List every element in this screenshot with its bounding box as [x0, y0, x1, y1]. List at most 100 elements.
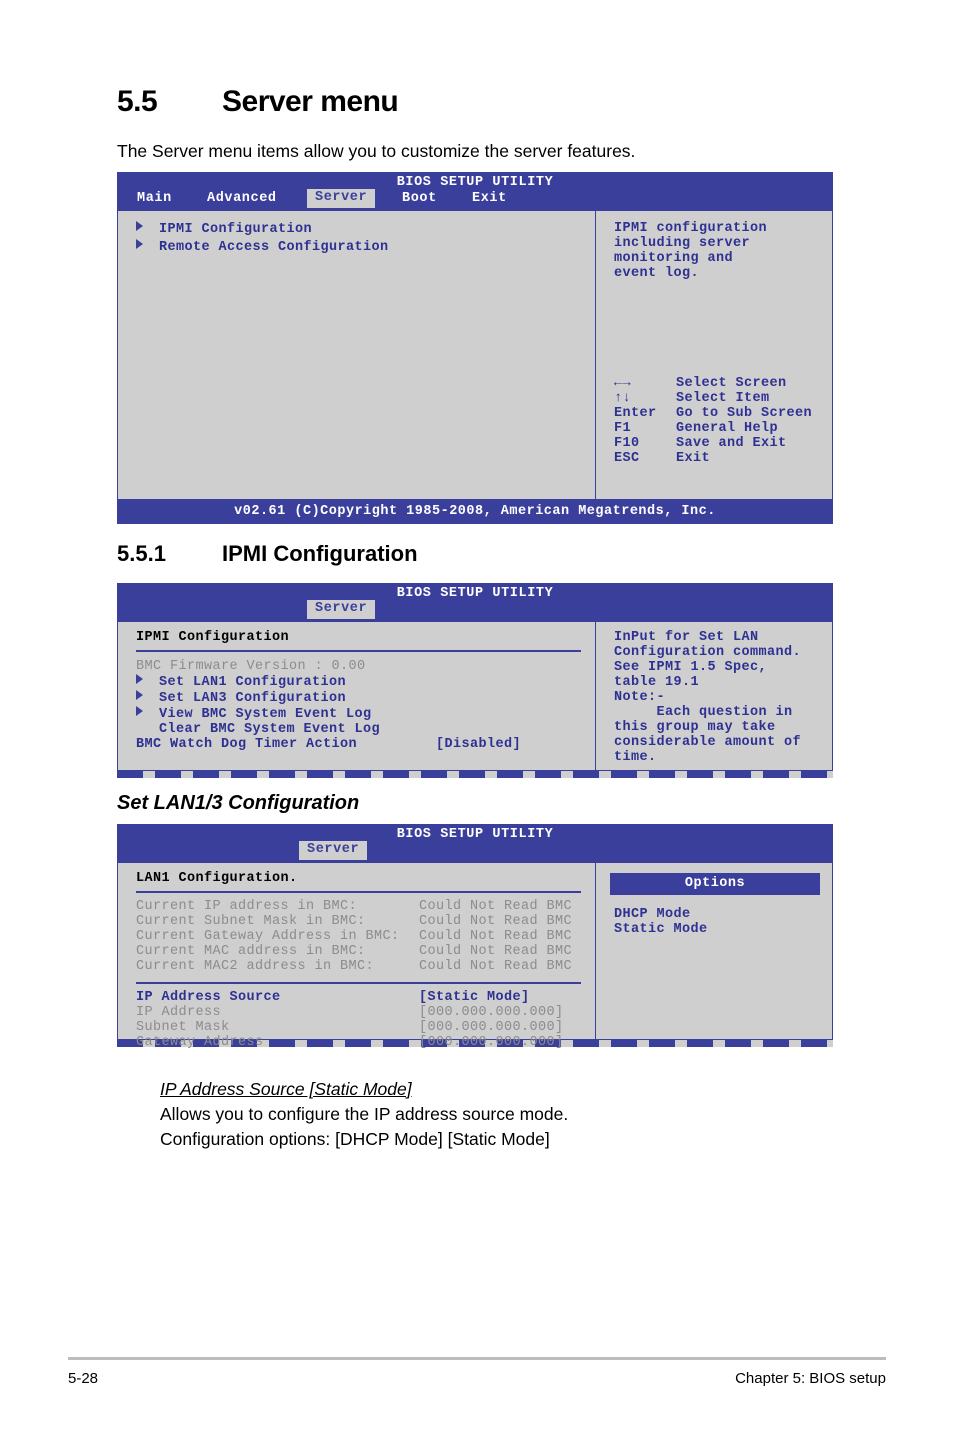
bios-left-panel: IPMI Configuration BMC Firmware Version …	[117, 621, 595, 771]
setting-ip-address-source[interactable]: IP Address Source [Static Mode]	[136, 990, 595, 1005]
setting-label: BMC Watch Dog Timer Action	[136, 737, 358, 752]
screenshot-cutoff-dashed-edge	[117, 771, 833, 778]
menu-item-boot[interactable]: Boot	[402, 191, 437, 206]
menu-entry-set-lan3-configuration[interactable]: Set LAN3 Configuration	[136, 690, 595, 706]
row-value: Could Not Read BMC	[419, 944, 573, 959]
legend-desc: Select Item	[676, 391, 770, 406]
bios-key-legend: ←→ Select Screen ↑↓ Select Item Enter Go to…	[614, 376, 812, 466]
setting-label: Gateway Address	[136, 1035, 264, 1050]
footer-chapter: Chapter 5: BIOS setup	[735, 1370, 886, 1387]
help-line: considerable amount of	[614, 735, 802, 750]
table-row: Current MAC address in BMC: Could Not Re…	[136, 944, 595, 959]
legend-key: ↑↓	[614, 391, 632, 406]
bios-body: LAN1 Configuration. Current IP address i…	[117, 862, 833, 1050]
legend-desc: Exit	[676, 451, 711, 466]
menu-item-exit[interactable]: Exit	[472, 191, 507, 206]
menu-entry-set-lan1-configuration[interactable]: Set LAN1 Configuration	[136, 674, 595, 690]
bios-right-panel: InPut for Set LAN Configuration command.…	[595, 621, 833, 771]
help-line: monitoring and	[614, 251, 734, 266]
row-value: Could Not Read BMC	[419, 899, 573, 914]
bios-header-bar: BIOS SETUP UTILITY Main Advanced Server …	[117, 172, 833, 210]
legend-row: ESC Exit	[614, 451, 812, 466]
description-line: Allows you to configure the IP address s…	[160, 1104, 569, 1124]
legend-row: ←→ Select Screen	[614, 376, 812, 391]
setting-value: [000.000.000.000]	[419, 1035, 564, 1050]
options-header: Options	[610, 873, 820, 895]
description-line: Configuration options: [DHCP Mode] [Stat…	[160, 1129, 550, 1149]
setting-bmc-watch-dog-timer-action[interactable]: BMC Watch Dog Timer Action [Disabled]	[136, 737, 595, 752]
legend-key: ESC	[614, 451, 640, 466]
table-row: Current Subnet Mask in BMC: Could Not Re…	[136, 914, 595, 929]
subsection-number: 5.5.1	[117, 541, 166, 566]
legend-row: Enter Go to Sub Screen	[614, 406, 812, 421]
legend-desc: Go to Sub Screen	[676, 406, 813, 421]
page-title: 5.5 Server menu	[117, 85, 847, 119]
setting-value: [Disabled]	[436, 737, 522, 752]
bios-copyright-footer: v02.61 (C)Copyright 1985-2008, American …	[117, 500, 833, 524]
menu-item-server[interactable]: Server	[299, 841, 368, 860]
section-intro: The Server menu items allow you to custo…	[117, 141, 636, 161]
document-page: 5.5 Server menu The Server menu items al…	[0, 0, 954, 1438]
subsubsection-title: Set LAN1/3 Configuration	[117, 792, 360, 814]
bios-screen-lan1-configuration: BIOS SETUP UTILITY Server LAN1 Configura…	[117, 824, 833, 1050]
menu-item-advanced[interactable]: Advanced	[207, 191, 277, 206]
bios-header-bar: BIOS SETUP UTILITY Server	[117, 824, 833, 862]
panel-divider	[136, 982, 581, 984]
panel-title: IPMI Configuration	[136, 630, 290, 645]
legend-row: F10 Save and Exit	[614, 436, 812, 451]
row-label: Current MAC2 address in BMC:	[136, 959, 375, 974]
menu-entry-remote-access-configuration[interactable]: Remote Access Configuration	[136, 239, 595, 255]
menu-item-server[interactable]: Server	[307, 600, 376, 619]
menu-entry-clear-bmc-system-event-log[interactable]: Clear BMC System Event Log	[136, 722, 595, 737]
table-row: Current IP address in BMC: Could Not Rea…	[136, 899, 595, 914]
bmc-firmware-version: BMC Firmware Version : 0.00	[136, 659, 366, 674]
submenu-arrow-icon	[136, 221, 143, 231]
setting-label: Subnet Mask	[136, 1020, 230, 1035]
legend-row: ↑↓ Select Item	[614, 391, 812, 406]
menu-entry-ipmi-configuration[interactable]: IPMI Configuration	[136, 221, 595, 237]
menu-item-server[interactable]: Server	[307, 189, 376, 208]
bios-screen-server-menu: BIOS SETUP UTILITY Main Advanced Server …	[117, 172, 833, 524]
bios-utility-title: BIOS SETUP UTILITY	[396, 586, 554, 601]
legend-key: ←→	[614, 376, 632, 391]
setting-value: [Static Mode]	[419, 990, 530, 1005]
legend-desc: Save and Exit	[676, 436, 787, 451]
option-static-mode[interactable]: Static Mode	[614, 922, 832, 937]
help-line: IPMI configuration	[614, 221, 768, 236]
row-label: Current Subnet Mask in BMC:	[136, 914, 366, 929]
menu-entry-label: Set LAN1 Configuration	[159, 675, 347, 690]
bios-menubar: Server	[117, 600, 833, 621]
setting-gateway-address[interactable]: Gateway Address [000.000.000.000]	[136, 1035, 595, 1050]
menu-entry-label: View BMC System Event Log	[159, 707, 372, 722]
bios-header-bar: BIOS SETUP UTILITY Server	[117, 583, 833, 621]
menu-entry-label: Clear BMC System Event Log	[159, 722, 381, 737]
legend-key: Enter	[614, 406, 657, 421]
setting-subnet-mask[interactable]: Subnet Mask [000.000.000.000]	[136, 1020, 595, 1035]
row-value: Could Not Read BMC	[419, 929, 573, 944]
menu-entry-view-bmc-system-event-log[interactable]: View BMC System Event Log	[136, 706, 595, 722]
option-dhcp-mode[interactable]: DHCP Mode	[614, 907, 832, 922]
row-value: Could Not Read BMC	[419, 914, 573, 929]
table-row: Current Gateway Address in BMC: Could No…	[136, 929, 595, 944]
setting-value: [000.000.000.000]	[419, 1020, 564, 1035]
panel-divider	[136, 891, 581, 893]
panel-divider	[136, 650, 581, 652]
menu-item-main[interactable]: Main	[137, 191, 172, 206]
help-line: InPut for Set LAN	[614, 630, 759, 645]
setting-label: IP Address Source	[136, 990, 281, 1005]
setting-ip-address[interactable]: IP Address [000.000.000.000]	[136, 1005, 595, 1020]
submenu-arrow-icon	[136, 706, 143, 716]
help-line: event log.	[614, 266, 700, 281]
description-title: IP Address Source [Static Mode]	[160, 1079, 412, 1099]
setting-label: IP Address	[136, 1005, 222, 1020]
help-line: See IPMI 1.5 Spec,	[614, 660, 768, 675]
bios-left-panel: LAN1 Configuration. Current IP address i…	[117, 862, 595, 1050]
bios-left-panel: IPMI Configuration Remote Access Configu…	[117, 210, 595, 500]
table-row: Current MAC2 address in BMC: Could Not R…	[136, 959, 595, 974]
legend-desc: Select Screen	[676, 376, 787, 391]
menu-entry-label: Set LAN3 Configuration	[159, 691, 347, 706]
section-number: 5.5	[117, 85, 158, 118]
bios-menubar: Main Advanced Server Boot Exit	[117, 189, 833, 210]
bios-menubar: Server	[117, 841, 833, 862]
help-line: Configuration command.	[614, 645, 802, 660]
